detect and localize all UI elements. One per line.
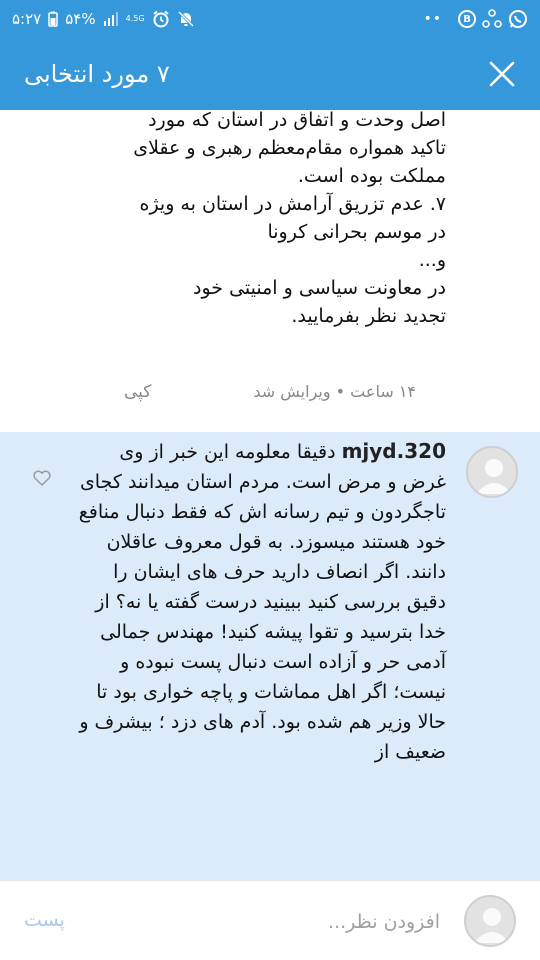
- selected-comment-item[interactable]: 320.mjydدقیقا معلومه این خبر از وی غرض و…: [0, 432, 540, 880]
- like-heart-icon[interactable]: [32, 468, 52, 488]
- status-bar: ۵:۲۷ ۵۴% 4.5G •• B: [0, 0, 540, 38]
- alarm-icon: [152, 10, 170, 28]
- copy-button[interactable]: کپی: [124, 382, 151, 402]
- close-button[interactable]: [484, 56, 520, 92]
- battery-percent: ۵۴%: [65, 10, 96, 28]
- b-app-icon: B: [458, 10, 476, 28]
- comment-meta: ۱۴ ساعت • ویرایش شد: [253, 382, 416, 401]
- comment-text: اصل وحدت و اتفاق در استان که مورد تاکید …: [133, 110, 446, 327]
- default-avatar-icon: [474, 908, 510, 943]
- close-icon: [489, 61, 515, 87]
- whatsapp-icon: [508, 9, 528, 29]
- more-dots-icon: ••: [423, 11, 442, 27]
- selection-action-bar: ۷ مورد انتخابی: [0, 38, 540, 110]
- add-comment-input[interactable]: [190, 907, 440, 937]
- network-type: 4.5G: [125, 14, 145, 23]
- avatar[interactable]: [466, 446, 518, 498]
- battery-icon: [48, 11, 58, 27]
- comment-text: دقیقا معلومه این خبر از وی غرض و مرض است…: [78, 441, 446, 763]
- add-comment-bar: پست: [0, 880, 540, 960]
- comments-list[interactable]: اصل وحدت و اتفاق در استان که مورد تاکید …: [0, 110, 540, 880]
- comment-item[interactable]: اصل وحدت و اتفاق در استان که مورد تاکید …: [0, 110, 540, 432]
- mute-icon: [177, 10, 195, 28]
- sync-icon: [482, 9, 502, 29]
- status-right: •• B: [423, 9, 528, 29]
- comment-body: 320.mjydدقیقا معلومه این خبر از وی غرض و…: [70, 436, 446, 767]
- comment-username[interactable]: 320.mjyd: [342, 439, 446, 463]
- default-avatar-icon: [476, 459, 512, 494]
- status-time: ۵:۲۷: [12, 10, 42, 28]
- current-user-avatar: [464, 895, 516, 947]
- signal-icon: [103, 12, 119, 26]
- status-left: ۵:۲۷ ۵۴% 4.5G: [12, 10, 195, 28]
- selection-title: ۷ مورد انتخابی: [24, 60, 170, 88]
- post-button[interactable]: پست: [24, 909, 65, 931]
